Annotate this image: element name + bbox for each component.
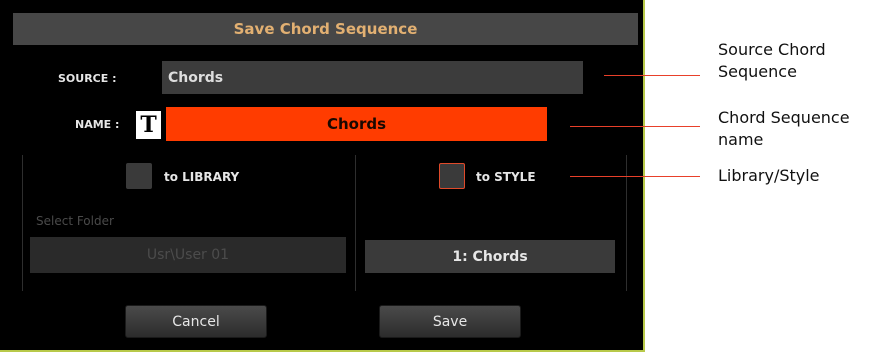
to-library-label: to LIBRARY xyxy=(164,170,240,184)
dialog-title: Save Chord Sequence xyxy=(13,13,638,45)
source-field[interactable]: Chords xyxy=(162,61,583,94)
save-button[interactable]: Save xyxy=(379,305,521,338)
name-label: NAME : xyxy=(75,118,120,131)
folder-selector[interactable]: Usr\User 01 xyxy=(30,237,346,273)
callout-name: Chord Sequence name xyxy=(718,108,850,149)
save-chord-sequence-dialog: Save Chord Sequence SOURCE : Chords NAME… xyxy=(0,0,645,352)
to-style-label: to STYLE xyxy=(476,170,536,184)
callout-line-name xyxy=(570,126,700,127)
callout-line-source xyxy=(604,75,700,76)
callout-source: Source Chord Sequence xyxy=(718,40,826,81)
text-edit-button[interactable]: T xyxy=(136,111,161,139)
select-folder-label: Select Folder xyxy=(36,214,114,228)
cancel-button[interactable]: Cancel xyxy=(125,305,267,338)
name-field[interactable]: Chords xyxy=(166,107,547,141)
callout-line-library-style xyxy=(570,176,700,177)
to-library-checkbox[interactable] xyxy=(126,163,152,189)
left-divider xyxy=(22,155,23,291)
source-label: SOURCE : xyxy=(58,72,117,85)
callout-library-style: Library/Style xyxy=(718,166,820,185)
center-divider xyxy=(355,155,356,291)
style-selector[interactable]: 1: Chords xyxy=(365,240,615,273)
to-style-checkbox[interactable] xyxy=(439,163,465,189)
